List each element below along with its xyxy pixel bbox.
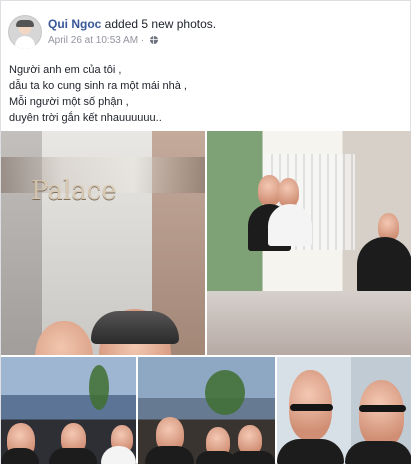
sunglasses [290, 404, 333, 411]
photo-1[interactable]: Palace [1, 131, 205, 355]
person-head [278, 178, 299, 207]
meta-separator: · [138, 35, 147, 46]
palace-sign: Palace [31, 176, 117, 206]
tree [205, 370, 245, 415]
photo-grid: Palace [1, 131, 411, 464]
cap [91, 311, 179, 344]
post-header: Qui Ngoc added 5 new photos. April 26 at… [8, 15, 406, 53]
post-caption: Người anh em của tôi , dẫu ta ko cung si… [9, 62, 399, 126]
tree [89, 365, 109, 410]
facebook-post-card: Qui Ngoc added 5 new photos. April 26 at… [0, 0, 411, 464]
person-body [268, 204, 312, 246]
photo-5[interactable] [277, 357, 411, 464]
caption-line: Mỗi người một số phận , [9, 96, 129, 108]
photo-3[interactable] [1, 357, 136, 464]
author-avatar[interactable] [8, 15, 42, 49]
caption-line: duyên trời gắn kết nhauuuuuu.. [9, 112, 162, 124]
person-body [345, 441, 411, 464]
person-body [49, 448, 97, 464]
post-meta: April 26 at 10:53 AM · [48, 35, 228, 51]
person-body [277, 439, 344, 464]
caption-line: Người anh em của tôi , [9, 64, 122, 76]
photo-2[interactable] [207, 131, 411, 355]
leather-sofa [327, 351, 411, 355]
person-head [359, 380, 404, 447]
post-action-text: added 5 new photos. [101, 17, 217, 31]
person-head [35, 321, 93, 355]
person-body [145, 446, 194, 464]
globe-icon[interactable] [149, 36, 158, 44]
author-name-link[interactable]: Qui Ngoc [48, 17, 101, 31]
caption-line: dẫu ta ko cung sinh ra một mái nhà , [9, 80, 187, 92]
post-title-line: Qui Ngoc added 5 new photos. [48, 17, 328, 35]
person-body [357, 237, 411, 293]
person-body [229, 451, 275, 464]
post-timestamp[interactable]: April 26 at 10:53 AM [48, 35, 138, 46]
sunglasses [359, 405, 406, 412]
photo-4[interactable] [138, 357, 275, 464]
person-body [1, 448, 39, 464]
